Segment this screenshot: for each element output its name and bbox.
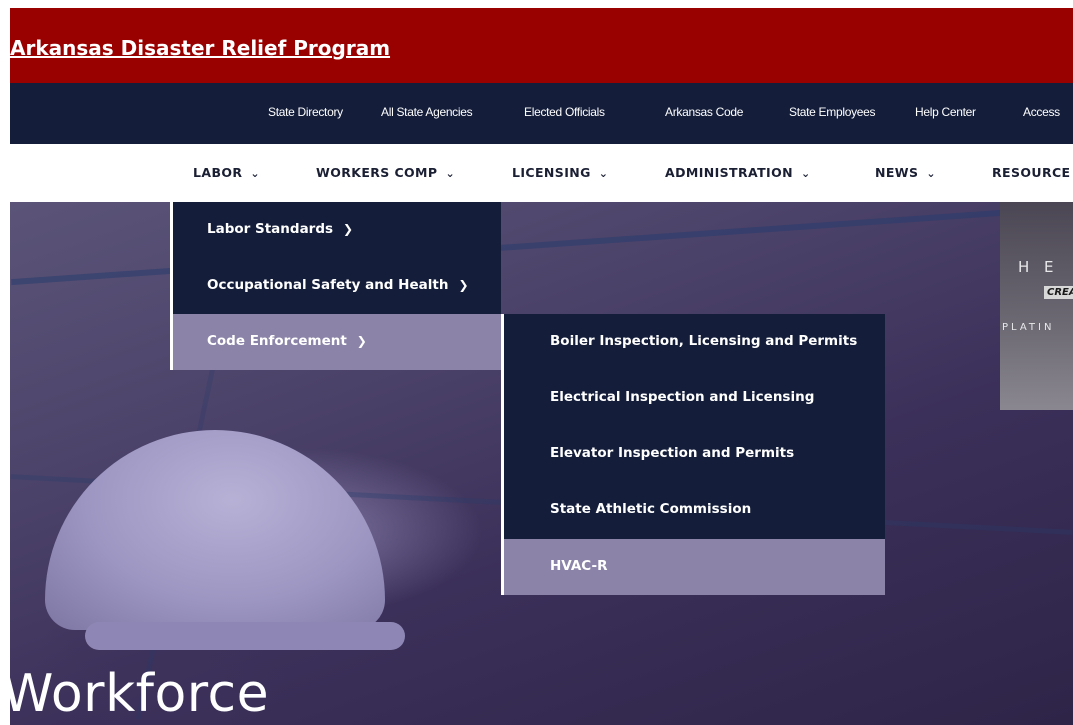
main-nav: LABOR ⌄ WORKERS COMP ⌄ LICENSING ⌄ ADMINIST… [10,144,1073,202]
menu-item-label: Boiler Inspection, Licensing and Permits [550,333,858,349]
advertisement-panel[interactable]: H E CREA PLATIN [1000,202,1073,410]
chevron-down-icon: ⌄ [926,167,937,180]
menu-item-code-enforcement[interactable]: Code Enforcement ❯ [173,314,501,370]
menu-item-label: State Athletic Commission [550,501,752,517]
util-link-state-directory[interactable]: State Directory [268,105,343,119]
nav-item-label: LABOR [193,165,243,180]
ad-text: CREA [1044,286,1073,299]
disaster-relief-banner: Arkansas Disaster Relief Program [10,8,1073,83]
util-link-elected-officials[interactable]: Elected Officials [524,105,605,119]
nav-item-resources[interactable]: RESOURCE [992,165,1070,180]
nav-item-labor[interactable]: LABOR ⌄ [193,165,260,180]
chevron-down-icon: ⌄ [445,167,456,180]
nav-item-administration[interactable]: ADMINISTRATION ⌄ [665,165,811,180]
chevron-down-icon: ⌄ [598,167,609,180]
util-link-all-state-agencies[interactable]: All State Agencies [381,105,473,119]
submenu-item-boiler[interactable]: Boiler Inspection, Licensing and Permits [504,314,885,370]
nav-item-label: NEWS [875,165,919,180]
hard-hat-image [45,430,385,630]
nav-item-news[interactable]: NEWS ⌄ [875,165,936,180]
submenu-item-electrical[interactable]: Electrical Inspection and Licensing [504,370,885,426]
util-link-state-employees[interactable]: State Employees [789,105,876,119]
nav-item-label: ADMINISTRATION [665,165,793,180]
chevron-down-icon: ⌄ [800,167,811,180]
ad-text: H E [1018,258,1059,276]
menu-item-label: Elevator Inspection and Permits [550,445,795,461]
util-link-arkansas-code[interactable]: Arkansas Code [665,105,743,119]
menu-item-label: Code Enforcement [207,333,347,349]
menu-item-label: HVAC-R [550,558,608,574]
chevron-down-icon: ⌄ [250,167,261,180]
menu-item-occupational-safety[interactable]: Occupational Safety and Health ❯ [173,258,501,314]
submenu-item-athletic-commission[interactable]: State Athletic Commission [504,482,885,538]
labor-dropdown-menu: Labor Standards ❯ Occupational Safety and… [170,202,501,370]
nav-item-label: LICENSING [512,165,591,180]
util-link-access[interactable]: Access [1023,105,1060,119]
util-link-help-center[interactable]: Help Center [915,105,976,119]
code-enforcement-submenu: Boiler Inspection, Licensing and Permits… [501,314,885,595]
utility-nav: State Directory All State Agencies Elect… [10,83,1073,144]
menu-item-label: Occupational Safety and Health [207,277,449,293]
submenu-item-elevator[interactable]: Elevator Inspection and Permits [504,426,885,482]
disaster-relief-link[interactable]: Arkansas Disaster Relief Program [10,36,390,60]
menu-item-labor-standards[interactable]: Labor Standards ❯ [173,202,501,258]
nav-item-label: RESOURCE [992,165,1071,180]
hard-hat-brim [85,622,405,650]
menu-item-label: Electrical Inspection and Licensing [550,389,815,405]
chevron-right-icon: ❯ [458,278,469,292]
nav-item-licensing[interactable]: LICENSING ⌄ [512,165,608,180]
menu-item-label: Labor Standards [207,221,334,237]
nav-item-workers-comp[interactable]: WORKERS COMP ⌄ [316,165,455,180]
nav-item-label: WORKERS COMP [316,165,438,180]
hero-title: Workforce [10,664,270,724]
chevron-right-icon: ❯ [356,334,367,348]
submenu-item-hvac-r[interactable]: HVAC-R [504,539,885,595]
chevron-right-icon: ❯ [343,222,354,236]
ad-text: PLATIN [1002,322,1055,333]
